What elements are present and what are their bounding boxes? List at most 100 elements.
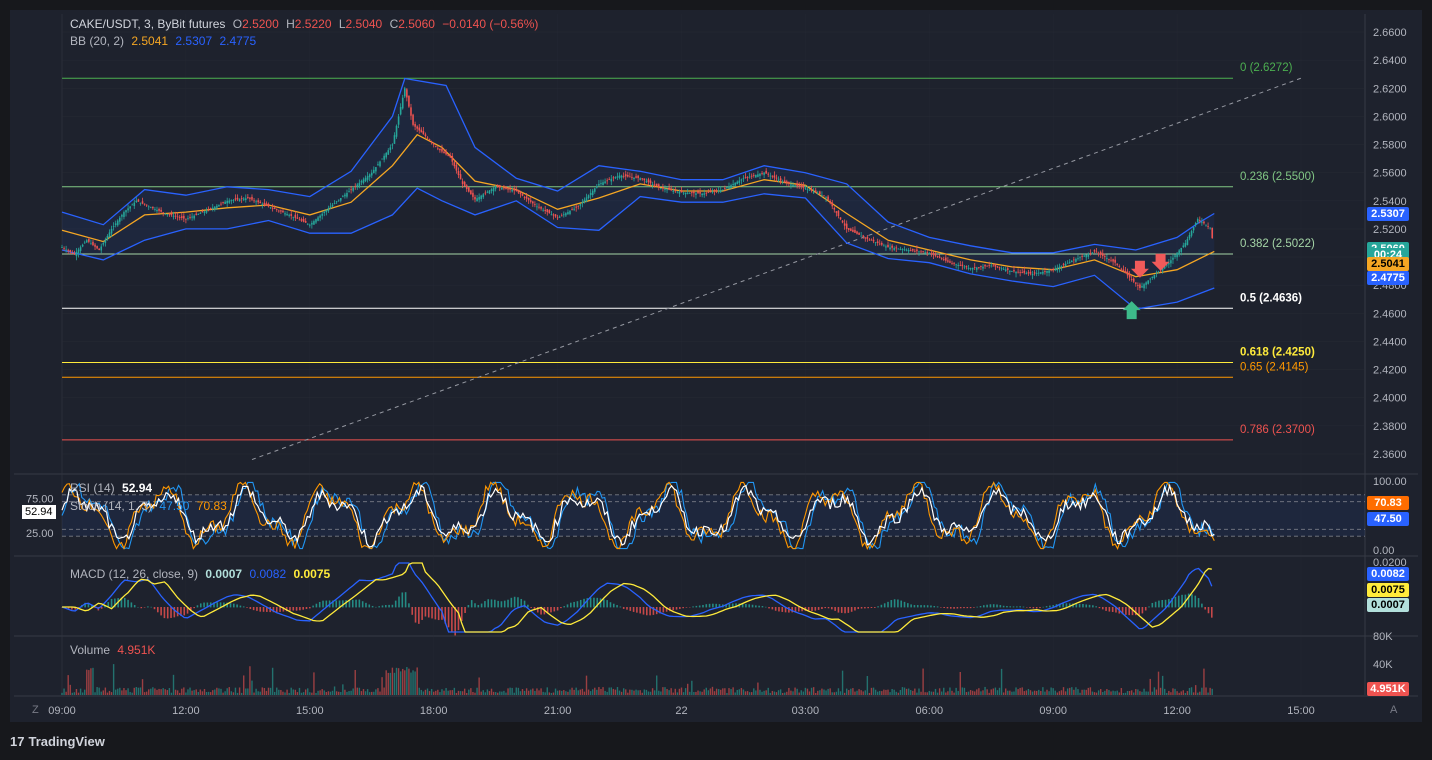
volume-bar bbox=[497, 692, 499, 695]
volume-bar bbox=[767, 687, 769, 695]
chart-canvas[interactable]: 2.66002.64002.62002.60002.58002.56002.54… bbox=[0, 0, 1432, 760]
volume-bar bbox=[466, 692, 468, 695]
ohlc-low-value: 2.5040 bbox=[345, 17, 383, 31]
volume-bar bbox=[375, 689, 377, 695]
candle-body bbox=[540, 207, 542, 209]
symbol-legend: CAKE/USDT, 3, ByBit futures O2.5200 H2.5… bbox=[70, 17, 542, 31]
macd-histogram-bar bbox=[163, 607, 166, 619]
volume-bar bbox=[249, 666, 251, 695]
candle-body bbox=[585, 197, 588, 202]
volume-bar bbox=[230, 691, 233, 695]
macd-histogram-bar bbox=[153, 607, 156, 610]
candle-body bbox=[688, 192, 691, 194]
macd-histogram-bar bbox=[470, 600, 473, 608]
candle-body bbox=[911, 249, 914, 251]
volume-bar bbox=[282, 691, 284, 695]
volume-bar bbox=[273, 691, 276, 695]
volume-bar bbox=[550, 692, 553, 695]
macd-histogram-bar bbox=[1204, 607, 1206, 610]
stoch-legend[interactable]: Stoch (14, 1, 3) 47.50 70.83 bbox=[70, 499, 231, 513]
volume-bar bbox=[1000, 668, 1003, 695]
candle-body bbox=[238, 199, 241, 202]
volume-bar bbox=[922, 668, 924, 695]
macd-histogram-bar bbox=[322, 600, 324, 608]
candle-body bbox=[643, 178, 646, 181]
candle-body bbox=[373, 169, 375, 174]
volume-bar bbox=[1188, 687, 1191, 695]
candle-body bbox=[684, 192, 687, 195]
symbol-name[interactable]: CAKE/USDT, 3, ByBit futures bbox=[70, 17, 225, 31]
candle-body bbox=[693, 191, 695, 194]
candle-body bbox=[1077, 258, 1079, 260]
corner-right-button[interactable]: A bbox=[1390, 704, 1397, 716]
macd-histogram-bar bbox=[910, 604, 912, 608]
volume-bar bbox=[552, 692, 555, 695]
corner-left-button[interactable]: Z bbox=[32, 704, 39, 716]
candle-body bbox=[666, 189, 668, 191]
candle-body bbox=[868, 239, 871, 241]
candle-body bbox=[329, 206, 332, 209]
volume-bar bbox=[556, 690, 559, 695]
macd-histogram-bar bbox=[1174, 596, 1177, 608]
volume-bar bbox=[145, 691, 148, 695]
volume-bar bbox=[499, 691, 501, 695]
time-tick-label: 22 bbox=[675, 705, 687, 717]
candle-body bbox=[1004, 269, 1007, 271]
bb-legend[interactable]: BB (20, 2) 2.5041 2.5307 2.4775 bbox=[70, 34, 260, 48]
macd-histogram-bar bbox=[1002, 605, 1005, 608]
candle-body bbox=[885, 246, 887, 248]
candle-body bbox=[492, 188, 495, 192]
candle-body bbox=[106, 235, 109, 240]
candle-body bbox=[1064, 263, 1067, 267]
candle-body bbox=[707, 192, 710, 194]
candle-body bbox=[397, 116, 400, 125]
volume-bar bbox=[1046, 689, 1048, 695]
candle-body bbox=[660, 188, 662, 189]
volume-bar bbox=[329, 691, 332, 695]
footer-brand[interactable]: TradingView bbox=[28, 734, 104, 749]
candle-body bbox=[323, 211, 326, 214]
macd-histogram-bar bbox=[411, 607, 414, 615]
volume-bar bbox=[317, 690, 319, 695]
candle-body bbox=[1122, 269, 1125, 272]
candle-body bbox=[777, 179, 780, 181]
candle-body bbox=[393, 135, 396, 144]
candle-body bbox=[1151, 276, 1154, 278]
candle-body bbox=[713, 189, 716, 192]
candle-body bbox=[69, 250, 72, 252]
volume-bar bbox=[854, 691, 856, 695]
volume-bar bbox=[757, 682, 759, 695]
macd-histogram-bar bbox=[398, 596, 400, 608]
volume-bar bbox=[763, 690, 765, 695]
candle-body bbox=[990, 265, 993, 267]
volume-legend[interactable]: Volume 4.951K bbox=[70, 643, 159, 657]
candle-body bbox=[496, 185, 499, 188]
candle-body bbox=[1044, 271, 1046, 272]
macd-signal-value: 0.0075 bbox=[293, 567, 331, 581]
candle-body bbox=[616, 176, 619, 178]
volume-bar bbox=[517, 687, 520, 695]
volume-bar bbox=[1184, 692, 1187, 695]
volume-bar bbox=[199, 689, 202, 695]
candle-body bbox=[168, 214, 171, 216]
rsi-legend[interactable]: RSI (14) 52.94 bbox=[70, 481, 156, 495]
price-tick-label: 2.3600 bbox=[1373, 449, 1407, 461]
candle-body bbox=[1124, 270, 1127, 274]
volume-bar bbox=[895, 691, 897, 695]
volume-bar bbox=[1009, 690, 1011, 695]
volume-bar bbox=[333, 686, 336, 695]
volume-bar bbox=[736, 689, 738, 695]
macd-histogram-bar bbox=[649, 607, 651, 616]
macd-histogram-bar bbox=[513, 596, 516, 608]
volume-bar bbox=[1108, 690, 1110, 695]
macd-histogram-bar bbox=[345, 600, 347, 608]
macd-histogram-bar bbox=[933, 605, 936, 608]
volume-bar bbox=[121, 690, 123, 695]
volume-bar bbox=[1199, 691, 1201, 695]
candle-body bbox=[651, 184, 654, 186]
volume-bar bbox=[1099, 689, 1102, 695]
macd-legend[interactable]: MACD (12, 26, close, 9) 0.0007 0.0082 0.… bbox=[70, 567, 334, 581]
volume-bar bbox=[79, 688, 82, 695]
candle-body bbox=[878, 243, 881, 245]
candle-body bbox=[569, 210, 571, 215]
